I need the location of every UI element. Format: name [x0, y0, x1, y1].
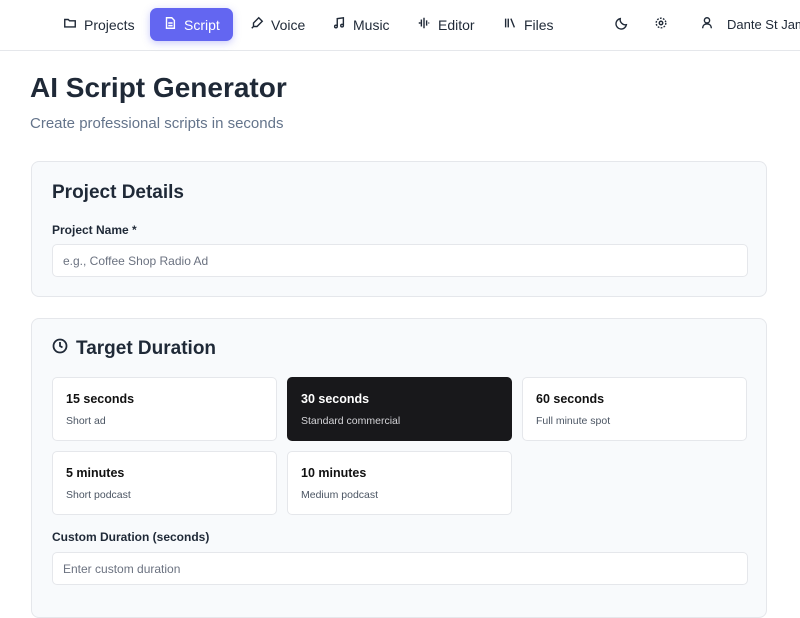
section-title: Project Details: [52, 182, 184, 203]
option-title: 30 seconds: [301, 392, 370, 406]
mic-icon: [250, 16, 264, 33]
page-title: AI Script Generator: [30, 72, 287, 103]
clock-icon: [52, 338, 68, 360]
nav-script[interactable]: Script: [150, 8, 233, 41]
option-desc: Full minute spot: [536, 415, 611, 427]
project-name-label: Project Name *: [52, 223, 137, 237]
dark-mode-toggle[interactable]: [615, 16, 631, 32]
duration-option-10m[interactable]: 10 minutes Medium podcast: [287, 451, 512, 515]
option-title: 60 seconds: [536, 392, 605, 406]
custom-duration-label: Custom Duration (seconds): [52, 530, 210, 544]
target-duration-card: Target Duration 15 seconds Short ad 30 se…: [31, 318, 767, 618]
page-subtitle: Create professional scripts in seconds: [30, 115, 284, 132]
nav-projects[interactable]: Projects: [50, 8, 148, 41]
user-name: Dante St Jam: [727, 17, 800, 32]
gear-icon: [654, 17, 668, 34]
project-name-input[interactable]: [52, 244, 748, 277]
file-text-icon: [163, 16, 177, 33]
settings-button[interactable]: [654, 16, 670, 32]
duration-option-60s[interactable]: 60 seconds Full minute spot: [522, 377, 747, 441]
user-icon: [700, 16, 714, 33]
nav-editor[interactable]: Editor: [404, 8, 488, 41]
option-title: 15 seconds: [66, 392, 135, 406]
nav-voice[interactable]: Voice: [237, 8, 318, 41]
section-header: Target Duration: [52, 338, 216, 360]
option-title: 10 minutes: [301, 466, 367, 480]
folder-icon: [63, 16, 77, 33]
moon-icon: [615, 17, 629, 34]
duration-option-30s[interactable]: 30 seconds Standard commercial: [287, 377, 512, 441]
project-details-card: Project Details Project Name *: [31, 161, 767, 297]
option-desc: Standard commercial: [301, 415, 401, 427]
option-desc: Short ad: [66, 415, 106, 427]
waveform-icon: [417, 16, 431, 33]
nav-music[interactable]: Music: [319, 8, 403, 41]
user-menu[interactable]: Dante St Jam: [700, 8, 800, 41]
nav-files[interactable]: Files: [490, 8, 567, 41]
music-icon: [332, 16, 346, 33]
option-desc: Short podcast: [66, 489, 131, 501]
library-icon: [503, 16, 517, 33]
section-title: Target Duration: [76, 338, 217, 359]
custom-duration-input[interactable]: [52, 552, 748, 585]
option-title: 5 minutes: [66, 466, 125, 480]
duration-option-5m[interactable]: 5 minutes Short podcast: [52, 451, 277, 515]
duration-option-15s[interactable]: 15 seconds Short ad: [52, 377, 277, 441]
option-desc: Medium podcast: [301, 489, 379, 501]
top-nav: Projects Script Voice Music Editor Files…: [0, 0, 800, 51]
